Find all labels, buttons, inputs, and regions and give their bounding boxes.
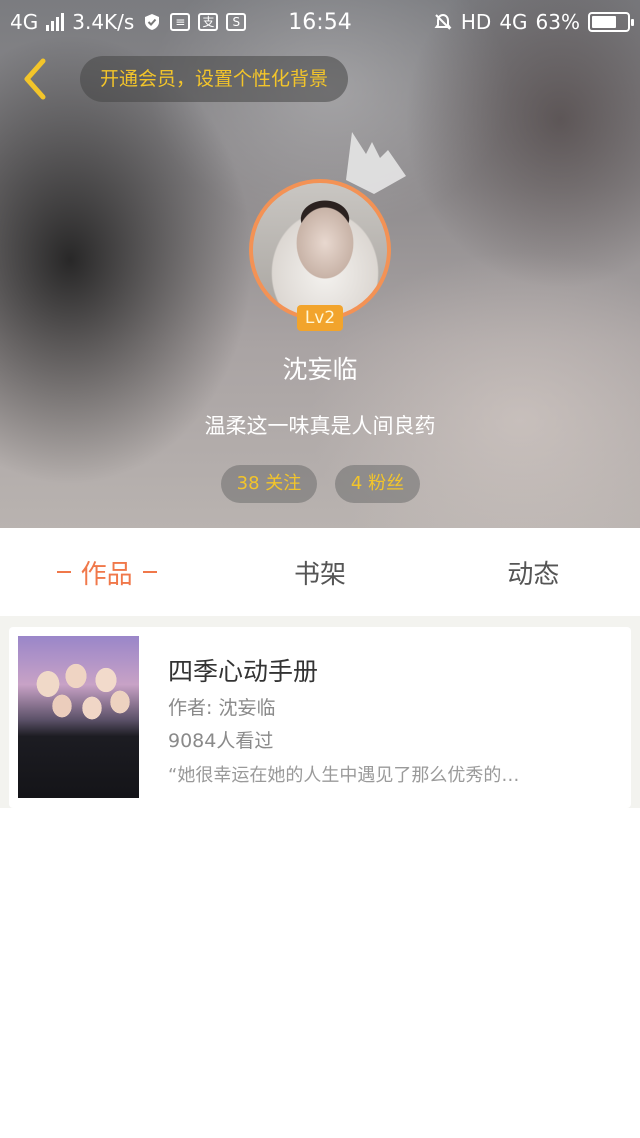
profile-tabs: 作品 书架 动态: [0, 528, 640, 616]
back-button[interactable]: [14, 56, 54, 102]
fans-count-button[interactable]: 4 粉丝: [335, 465, 420, 503]
app-notification-icon: ≡: [170, 13, 191, 31]
chevron-left-icon: [24, 58, 46, 100]
tab-activity-label: 动态: [507, 559, 560, 590]
tab-active-indicator-right: [142, 571, 157, 573]
profile-header: 4G 3.4K/s ≡ 支 S 16:54 HD 4G 63% 开通会员，设置个…: [0, 0, 640, 528]
clock: 16:54: [288, 9, 352, 35]
status-bar: 4G 3.4K/s ≡ 支 S 16:54 HD 4G 63%: [0, 0, 640, 44]
network-speed: 3.4K/s: [72, 10, 135, 34]
battery-icon: [588, 12, 634, 32]
work-cover-image[interactable]: [18, 636, 139, 798]
avatar[interactable]: [249, 179, 391, 321]
tab-active-indicator-left: [56, 571, 71, 573]
user-signature: 温柔这一味真是人间良药: [204, 414, 436, 438]
mute-bell-icon: [434, 13, 452, 30]
tab-bookshelf[interactable]: 书架: [213, 528, 426, 616]
status-left: 4G 3.4K/s ≡ 支 S: [10, 10, 247, 34]
vip-background-prompt[interactable]: 开通会员，设置个性化背景: [80, 56, 349, 102]
tab-activity[interactable]: 动态: [427, 528, 640, 616]
battery-percent: 63%: [535, 10, 580, 34]
hd-indicator: HD: [460, 10, 492, 34]
alipay-notification-icon: 支: [198, 13, 219, 31]
work-excerpt: “她很幸运在她的人生中遇见了那么优秀的…: [168, 765, 520, 786]
tab-works-label: 作品: [80, 559, 133, 590]
signal-icon: [46, 13, 65, 31]
network-type-right: 4G: [499, 10, 528, 34]
level-badge: Lv2: [297, 305, 343, 331]
tab-bookshelf-label: 书架: [293, 559, 346, 590]
shield-check-icon: [145, 14, 160, 30]
work-author: 作者: 沈妄临: [168, 697, 276, 719]
work-title: 四季心动手册: [168, 657, 319, 686]
tab-works[interactable]: 作品: [0, 528, 213, 616]
work-card[interactable]: 四季心动手册 作者: 沈妄临 9084人看过 “她很幸运在她的人生中遇见了那么优…: [9, 627, 631, 808]
work-view-count: 9084人看过: [168, 730, 274, 752]
user-nickname: 沈妄临: [282, 355, 358, 384]
following-count-button[interactable]: 38 关注: [221, 465, 317, 503]
network-type-left: 4G: [10, 10, 39, 34]
status-right: HD 4G 63%: [433, 10, 634, 34]
s-notification-icon: S: [226, 13, 247, 31]
